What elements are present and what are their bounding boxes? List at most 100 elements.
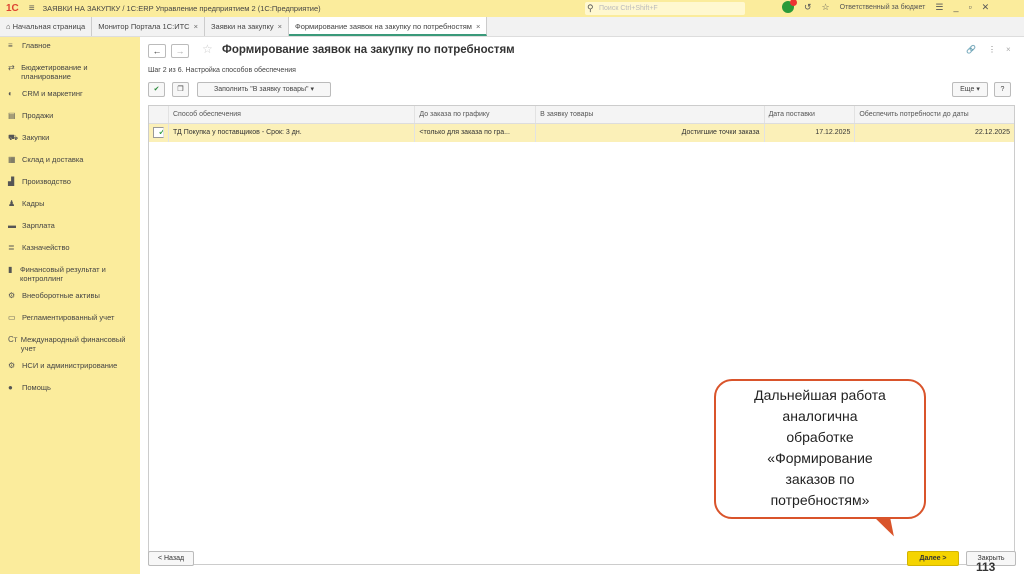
user-name[interactable]: Ответственный за бюджет: [840, 4, 926, 11]
sidebar-item[interactable]: ◐ CRM и маркетинг: [0, 85, 140, 107]
favorites-icon[interactable]: ☆: [822, 2, 830, 13]
table-row[interactable]: ✓ ТД Покупка у поставщиков - Срок: 3 дн.…: [149, 124, 1014, 142]
next-button[interactable]: Далее >: [907, 551, 959, 566]
sidebar-item[interactable]: Ст Международный финансовый учет: [0, 331, 140, 357]
more-actions-icon[interactable]: ⋮: [988, 45, 996, 54]
section-icon: ≡: [8, 41, 13, 50]
copy-button[interactable]: ❐: [172, 82, 189, 97]
sidebar-item-label: Внеоборотные активы: [22, 291, 100, 300]
sidebar-item[interactable]: ≡ Главное: [0, 37, 140, 59]
callout-line: потребностям»: [770, 492, 870, 508]
sidebar-item[interactable]: ● Помощь: [0, 379, 140, 401]
annotation-callout: Дальнейшая работа аналогична обработке «…: [714, 379, 926, 519]
tab-purchase-requests[interactable]: Заявки на закупку ×: [205, 17, 289, 36]
search-input[interactable]: ⚲ Поиск Ctrl+Shift+F: [585, 2, 745, 15]
sidebar-item[interactable]: ▟ Производство: [0, 173, 140, 195]
section-icon: ⚙: [8, 291, 16, 300]
section-icon: Ст: [8, 335, 18, 344]
sidebar-item-label: Казначейство: [22, 243, 70, 252]
step-label: Шаг 2 из 6. Настройка способов обеспечен…: [148, 67, 296, 74]
close-window-icon[interactable]: ✕: [982, 2, 990, 13]
section-icon: ≣: [8, 243, 15, 252]
callout-line: «Формирование: [767, 450, 873, 466]
favorite-star-icon[interactable]: ☆: [202, 42, 213, 56]
close-tab-icon[interactable]: ×: [476, 22, 480, 31]
section-icon: ▦: [8, 155, 16, 164]
sidebar-item-label: Кадры: [22, 199, 45, 208]
close-form-icon[interactable]: ×: [1006, 45, 1011, 54]
tab-its-monitor[interactable]: Монитор Портала 1С:ИТС ×: [92, 17, 205, 36]
tab-home[interactable]: ⌂ Начальная страница: [0, 17, 93, 36]
maximize-icon[interactable]: ▫: [968, 2, 971, 12]
sidebar-item-label: НСИ и администрирование: [22, 361, 118, 370]
sidebar-item[interactable]: ▤ Продажи: [0, 107, 140, 129]
cell-schedule: <только для заказа по гра...: [415, 124, 537, 142]
fill-goods-label: Заполнить "В заявку товары": [213, 86, 309, 93]
sidebar-item[interactable]: ▮ Финансовый результат и контроллинг: [0, 261, 140, 287]
table-header: Способ обеспечения До заказа по графику …: [149, 106, 1014, 124]
sidebar-item[interactable]: ⚙ НСИ и администрирование: [0, 357, 140, 379]
column-method[interactable]: Способ обеспечения: [169, 106, 416, 123]
tab-form-requests[interactable]: Формирование заявок на закупку по потреб…: [289, 17, 488, 36]
minimize-icon[interactable]: _: [953, 2, 958, 12]
history-icon[interactable]: ↺: [804, 2, 812, 13]
settings-menu-icon[interactable]: ☰: [935, 2, 943, 13]
sidebar-item[interactable]: ▬ Зарплата: [0, 217, 140, 239]
sidebar-item-label: Склад и доставка: [22, 155, 84, 164]
sidebar-item-label: Главное: [22, 41, 51, 50]
close-tab-icon[interactable]: ×: [278, 22, 282, 31]
cell-delivery-date: 17.12.2025: [765, 124, 856, 142]
menu-icon[interactable]: ≡: [29, 3, 35, 14]
column-goods[interactable]: В заявку товары: [536, 106, 765, 123]
sidebar-item-label: Международный финансовый учет: [20, 335, 126, 353]
select-all-button[interactable]: ✔: [148, 82, 165, 97]
sidebar-item-label: Бюджетирование и планирование: [21, 63, 88, 81]
cell-until-date: 22.12.2025: [974, 129, 1010, 136]
section-icon: ●: [8, 383, 13, 392]
app-title: ЗАЯВКИ НА ЗАКУПКУ / 1С:ERP Управление пр…: [42, 4, 321, 13]
page-title: Формирование заявок на закупку по потреб…: [222, 44, 515, 56]
sidebar-item[interactable]: ♟ Кадры: [0, 195, 140, 217]
sidebar-item-label: Финансовый результат и контроллинг: [19, 265, 106, 283]
title-bar: 1С ≡ ЗАЯВКИ НА ЗАКУПКУ / 1С:ERP Управлен…: [0, 0, 1024, 17]
column-schedule[interactable]: До заказа по графику: [415, 106, 537, 123]
tab-label: Заявки на закупку: [211, 22, 274, 31]
home-icon: ⌂: [6, 22, 13, 31]
sidebar-item[interactable]: ▭ Регламентированный учет: [0, 309, 140, 331]
callout-line: заказов по: [785, 471, 855, 487]
sidebar-item[interactable]: ⛟ Закупки: [0, 129, 140, 151]
header-check: [149, 106, 169, 123]
forward-nav-button[interactable]: →: [171, 44, 189, 58]
tab-label: Начальная страница: [12, 22, 86, 31]
section-icon: ⇄: [8, 63, 15, 72]
more-button[interactable]: Еще ▾: [952, 82, 988, 97]
back-button[interactable]: < Назад: [148, 551, 194, 566]
callout-line: Дальнейшая работа: [754, 387, 886, 403]
sidebar-item-label: Регламентированный учет: [22, 313, 115, 322]
sidebar-item-label: Производство: [22, 177, 71, 186]
sidebar-item-label: Закупки: [22, 133, 50, 142]
callout-line: аналогична: [782, 408, 858, 424]
section-icon: ▟: [8, 177, 15, 186]
sidebar-item[interactable]: ≣ Казначейство: [0, 239, 140, 261]
fill-goods-button[interactable]: Заполнить "В заявку товары" ▾: [197, 82, 331, 97]
sidebar-item-label: Помощь: [22, 383, 51, 392]
sidebar-item[interactable]: ▦ Склад и доставка: [0, 151, 140, 173]
close-tab-icon[interactable]: ×: [194, 22, 198, 31]
section-icon: ♟: [8, 199, 16, 208]
tab-label: Монитор Портала 1С:ИТС: [98, 22, 190, 31]
search-placeholder: Поиск Ctrl+Shift+F: [599, 5, 658, 12]
cell-goods: Достигшие точки заказа: [536, 124, 765, 142]
sidebar: ≡ Главное ⇄ Бюджетирование и планирование ◐ C…: [0, 37, 140, 574]
slide-number: 113: [976, 560, 996, 574]
notifications-icon[interactable]: [782, 0, 797, 13]
link-icon[interactable]: 🔗: [966, 45, 976, 54]
help-button[interactable]: ?: [994, 82, 1011, 97]
column-until-date[interactable]: Обеспечить потребности до даты: [855, 106, 1014, 123]
back-nav-button[interactable]: ←: [148, 44, 166, 58]
column-delivery-date[interactable]: Дата поставки: [765, 106, 856, 123]
row-checkbox[interactable]: ✓: [153, 127, 164, 138]
sidebar-item[interactable]: ⇄ Бюджетирование и планирование: [0, 59, 140, 85]
sidebar-item[interactable]: ⚙ Внеоборотные активы: [0, 287, 140, 309]
section-icon: ▭: [8, 313, 16, 322]
